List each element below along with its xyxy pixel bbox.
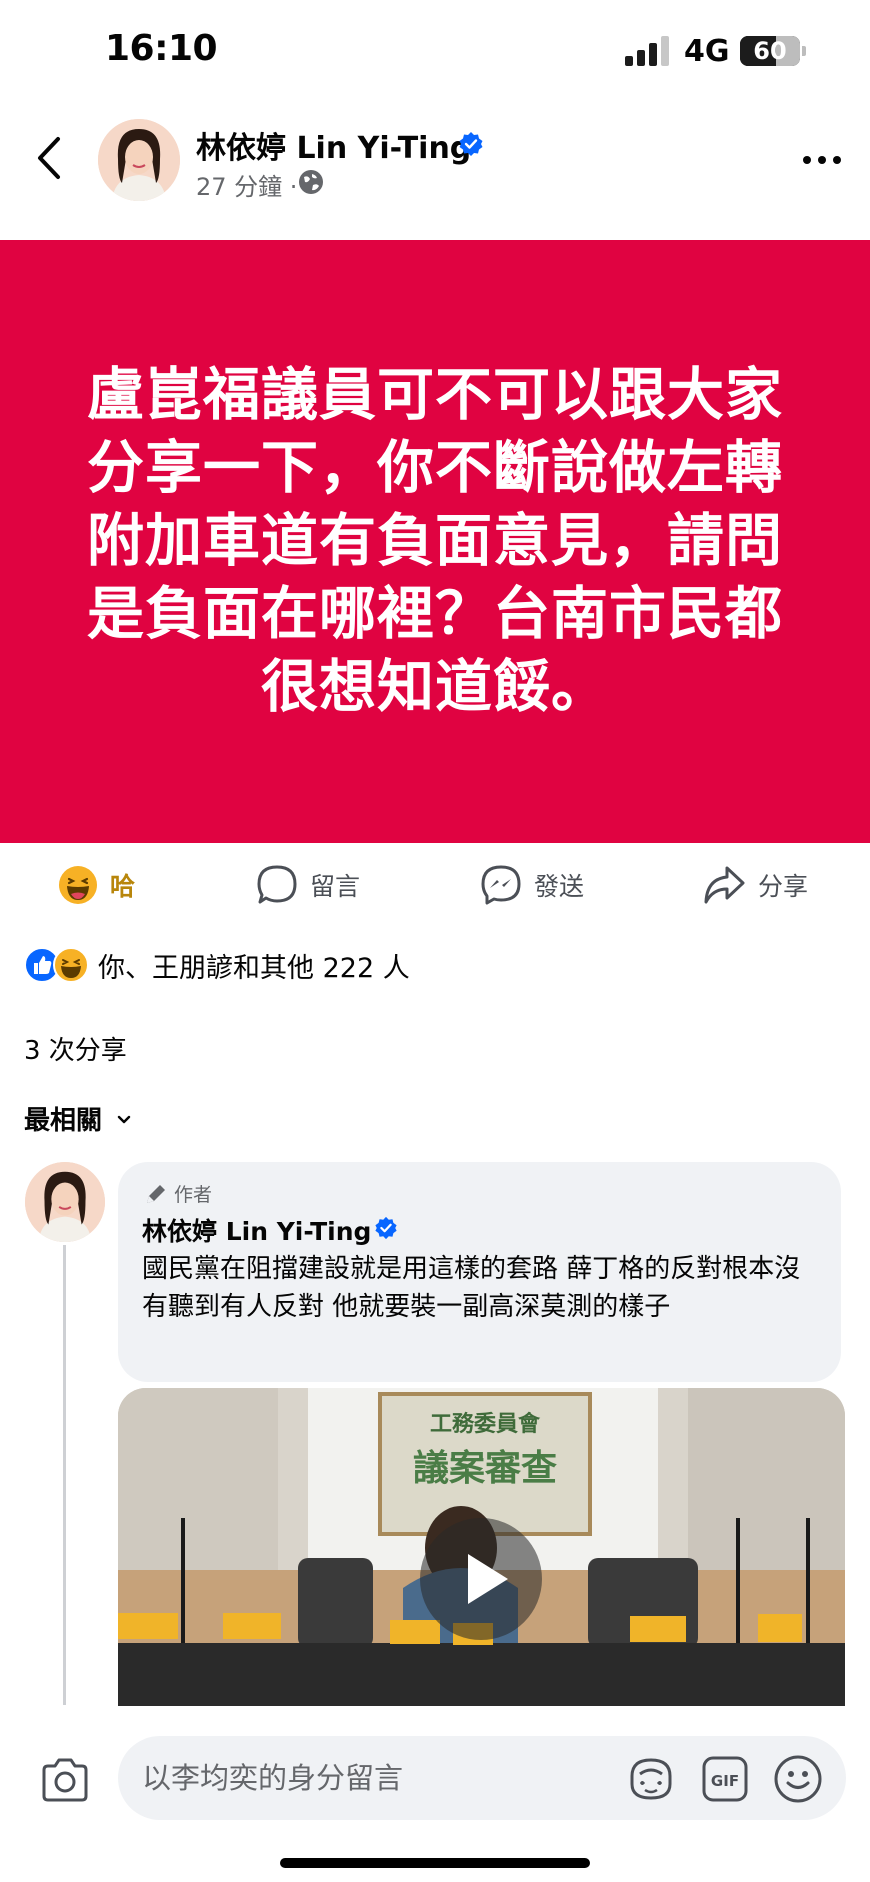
author-badge: 作者 (144, 1180, 212, 1207)
author-avatar[interactable] (98, 119, 180, 201)
reaction-icons (24, 947, 89, 983)
verified-badge-icon (375, 1216, 397, 1240)
share-label: 分享 (758, 872, 809, 901)
more-options-icon[interactable] (800, 145, 844, 175)
gif-button[interactable]: GIF (702, 1756, 748, 1802)
post-text-banner[interactable]: 盧崑福議員可不可以跟大家 分享一下，你不斷說做左轉 附加車道有負面意見，請問 是… (0, 240, 870, 843)
share-count[interactable]: 3 次分享 (24, 1030, 127, 1067)
play-icon (468, 1554, 508, 1604)
battery-tip (802, 46, 806, 56)
avatar-sticker-icon[interactable] (626, 1756, 676, 1802)
sort-label: 最相關 (24, 1106, 103, 1136)
comment-sort-dropdown[interactable]: 最相關 (24, 1100, 134, 1137)
globe-icon (299, 170, 323, 194)
pencil-icon (147, 1184, 165, 1203)
network-type: 4G (684, 34, 730, 69)
commenter-avatar[interactable] (25, 1162, 105, 1242)
battery-icon: 60 (740, 36, 800, 66)
reaction-count-text: 你、王朋諺和其他 222 人 (98, 952, 410, 984)
home-indicator (280, 1858, 590, 1868)
reaction-label: 哈 (110, 872, 136, 901)
video-sign-title: 工務委員會 (430, 1411, 541, 1437)
reaction-button[interactable]: 哈 (58, 855, 135, 915)
comment-author-name[interactable]: 林依婷 Lin Yi-Ting (142, 1212, 371, 1248)
chevron-down-icon (117, 1115, 131, 1123)
comment-video[interactable]: 工務委員會 議案審查 (118, 1388, 845, 1708)
share-arrow-icon (704, 866, 745, 904)
post-timestamp: 27 分鐘 · (196, 173, 298, 201)
comment-thread-line (63, 1245, 66, 1705)
video-sign-subtitle: 議案審查 (413, 1448, 557, 1489)
camera-icon[interactable] (40, 1758, 90, 1802)
send-button[interactable]: 發送 (480, 855, 584, 915)
emoji-icon[interactable] (773, 1754, 823, 1804)
comment-button[interactable]: 留言 (256, 855, 360, 915)
gif-icon: GIF (702, 1756, 748, 1802)
play-button[interactable] (420, 1518, 542, 1640)
comment-text: 國民黨在阻擋建設就是用這樣的套路 薛丁格的反對根本沒有聽到有人反對 他就要裝一副… (142, 1254, 801, 1322)
cellular-signal-icon (625, 36, 669, 66)
back-arrow-icon[interactable] (30, 133, 70, 183)
messenger-icon (481, 865, 521, 905)
comment-bubble[interactable]: 作者 林依婷 Lin Yi-Ting 國民黨在阻擋建設就是用這樣的套路 薛丁格的… (118, 1162, 841, 1382)
comment-bubble-icon (257, 865, 297, 904)
post-header: 林依婷 Lin Yi-Ting 27 分鐘 · (0, 105, 870, 215)
comment-label: 留言 (310, 872, 361, 901)
post-actions-bar: 哈 留言 發送 分享 (0, 855, 870, 915)
send-label: 發送 (534, 872, 585, 901)
verified-badge-icon (459, 132, 483, 156)
status-time: 16:10 (105, 28, 218, 69)
haha-emoji-icon (59, 866, 97, 904)
battery-level-text: 60 (753, 37, 787, 65)
author-badge-label: 作者 (174, 1184, 213, 1206)
share-button[interactable]: 分享 (702, 855, 808, 915)
reaction-summary[interactable]: 你、王朋諺和其他 222 人 (24, 945, 410, 985)
post-author-name[interactable]: 林依婷 Lin Yi-Ting (196, 123, 471, 167)
gif-label: GIF (711, 1772, 739, 1790)
status-bar: 16:10 4G 60 (0, 0, 870, 100)
banner-text: 盧崑福議員可不可以跟大家 分享一下，你不斷說做左轉 附加車道有負面意見，請問 是… (87, 362, 783, 720)
comment-composer: GIF (0, 1706, 870, 1882)
